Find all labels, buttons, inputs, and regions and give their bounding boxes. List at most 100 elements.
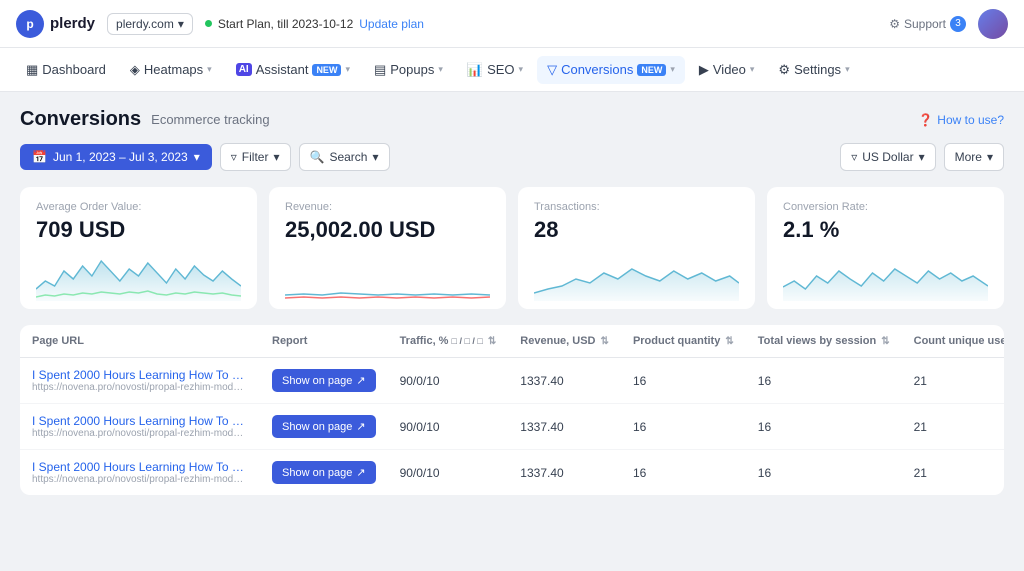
conversions-icon: ▽ bbox=[547, 62, 557, 78]
page-url-sub: https://novena.pro/novosti/propal-rezhim… bbox=[32, 474, 248, 485]
report-cell: Show on page ↗ bbox=[260, 404, 388, 450]
logo-icon: p bbox=[16, 10, 44, 38]
chevron-down-icon: ▾ bbox=[345, 64, 350, 75]
date-range-value: Jun 1, 2023 – Jul 3, 2023 bbox=[53, 150, 188, 164]
col-header-traffic[interactable]: Traffic, % □ / □ / □ ⇅ bbox=[388, 325, 509, 358]
chart-transactions bbox=[534, 251, 739, 301]
chevron-down-icon: ▾ bbox=[207, 64, 212, 75]
page-header: Conversions Ecommerce tracking ❓ How to … bbox=[20, 108, 1004, 131]
update-plan-link[interactable]: Update plan bbox=[359, 17, 424, 31]
metric-value-transactions: 28 bbox=[534, 217, 739, 243]
nav-item-heatmaps[interactable]: ◈ Heatmaps ▾ bbox=[120, 56, 222, 84]
page-url-link[interactable]: I Spent 2000 Hours Learning How To Learn… bbox=[32, 368, 248, 382]
nav-label-popups: Popups bbox=[390, 62, 434, 77]
total-views-cell: 16 bbox=[746, 358, 902, 404]
product-qty-cell: 16 bbox=[621, 358, 746, 404]
settings-icon: ⚙ bbox=[778, 62, 790, 78]
unique-users-cell: 21 bbox=[902, 450, 1004, 496]
chevron-down-icon: ▾ bbox=[194, 150, 200, 164]
chevron-down-icon: ▾ bbox=[178, 17, 184, 31]
support-count-badge: 3 bbox=[950, 16, 966, 32]
support-button[interactable]: ⚙ Support 3 bbox=[889, 16, 966, 32]
page-url-cell: I Spent 2000 Hours Learning How To Learn… bbox=[20, 450, 260, 496]
popups-icon: ▤ bbox=[374, 62, 386, 78]
header-right: ⚙ Support 3 bbox=[889, 9, 1008, 39]
show-on-page-button[interactable]: Show on page ↗ bbox=[272, 369, 376, 392]
nav-label-video: Video bbox=[713, 62, 746, 77]
toolbar-right: ▿ US Dollar ▾ More ▾ bbox=[840, 143, 1004, 171]
plan-text: Start Plan, till 2023-10-12 bbox=[218, 17, 353, 31]
col-header-unique-users[interactable]: Count unique users ⇅ bbox=[902, 325, 1004, 358]
col-header-total-views[interactable]: Total views by session ⇅ bbox=[746, 325, 902, 358]
nav-item-dashboard[interactable]: ▦ Dashboard bbox=[16, 56, 116, 84]
col-header-product-qty[interactable]: Product quantity ⇅ bbox=[621, 325, 746, 358]
heatmaps-icon: ◈ bbox=[130, 62, 140, 78]
how-to-use-link[interactable]: ❓ How to use? bbox=[918, 113, 1004, 127]
gear-icon: ⚙ bbox=[889, 17, 900, 31]
metric-cards: Average Order Value: 709 USD Reven bbox=[20, 187, 1004, 309]
chevron-down-icon: ▾ bbox=[438, 64, 443, 75]
traffic-cell: 90/0/10 bbox=[388, 404, 509, 450]
chevron-down-icon: ▾ bbox=[670, 64, 675, 75]
chart-conv-rate bbox=[783, 251, 988, 301]
nav-label-seo: SEO bbox=[487, 62, 514, 77]
table-row: I Spent 2000 Hours Learning How To Learn… bbox=[20, 404, 1004, 450]
nav-item-seo[interactable]: 📊 SEO ▾ bbox=[457, 56, 533, 84]
show-on-page-label: Show on page bbox=[282, 467, 352, 479]
external-link-icon: ↗ bbox=[356, 420, 365, 433]
nav-item-popups[interactable]: ▤ Popups ▾ bbox=[364, 56, 453, 84]
nav-label-heatmaps: Heatmaps bbox=[144, 62, 203, 77]
search-button[interactable]: 🔍 Search ▾ bbox=[299, 143, 390, 171]
unique-users-cell: 21 bbox=[902, 358, 1004, 404]
chevron-down-icon: ▾ bbox=[273, 150, 279, 164]
page-url-link[interactable]: I Spent 2000 Hours Learning How To Learn… bbox=[32, 414, 248, 428]
metric-label-revenue: Revenue: bbox=[285, 201, 490, 213]
page-url-sub: https://novena.pro/novosti/propal-rezhim… bbox=[32, 428, 248, 439]
nav-item-settings[interactable]: ⚙ Settings ▾ bbox=[768, 56, 859, 84]
support-label: Support bbox=[904, 17, 946, 31]
chevron-down-icon: ▾ bbox=[519, 64, 524, 75]
nav-item-video[interactable]: ▶ Video ▾ bbox=[689, 56, 765, 84]
assistant-new-badge: NEW bbox=[312, 64, 341, 76]
logo: p plerdy bbox=[16, 10, 95, 38]
video-icon: ▶ bbox=[699, 62, 709, 78]
more-button[interactable]: More ▾ bbox=[944, 143, 1004, 171]
metric-value-revenue: 25,002.00 USD bbox=[285, 217, 490, 243]
external-link-icon: ↗ bbox=[356, 466, 365, 479]
avatar-image bbox=[978, 9, 1008, 39]
show-on-page-button[interactable]: Show on page ↗ bbox=[272, 415, 376, 438]
page-url-cell: I Spent 2000 Hours Learning How To Learn… bbox=[20, 358, 260, 404]
revenue-cell: 1337.40 bbox=[508, 404, 621, 450]
page-url-sub: https://novena.pro/novosti/propal-rezhim… bbox=[32, 382, 248, 393]
product-qty-cell: 16 bbox=[621, 404, 746, 450]
revenue-cell: 1337.40 bbox=[508, 450, 621, 496]
metric-label-transactions: Transactions: bbox=[534, 201, 739, 213]
currency-button[interactable]: ▿ US Dollar ▾ bbox=[840, 143, 935, 171]
nav-item-conversions[interactable]: ▽ Conversions NEW ▾ bbox=[537, 56, 685, 84]
nav-label-dashboard: Dashboard bbox=[42, 62, 106, 77]
show-on-page-button[interactable]: Show on page ↗ bbox=[272, 461, 376, 484]
logo-text: plerdy bbox=[50, 15, 95, 32]
filter-icon: ▿ bbox=[851, 150, 857, 164]
conversions-new-badge: NEW bbox=[637, 64, 666, 76]
chevron-down-icon: ▾ bbox=[372, 150, 378, 164]
total-views-cell: 16 bbox=[746, 404, 902, 450]
avatar[interactable] bbox=[978, 9, 1008, 39]
domain-selector[interactable]: plerdy.com ▾ bbox=[107, 13, 193, 35]
filter-button[interactable]: ▿ Filter ▾ bbox=[220, 143, 291, 171]
metric-card-conv-rate: Conversion Rate: 2.1 % bbox=[767, 187, 1004, 309]
show-on-page-label: Show on page bbox=[282, 421, 352, 433]
chevron-down-icon: ▾ bbox=[750, 64, 755, 75]
col-header-revenue[interactable]: Revenue, USD ⇅ bbox=[508, 325, 621, 358]
toolbar: 📅 Jun 1, 2023 – Jul 3, 2023 ▾ ▿ Filter ▾… bbox=[20, 143, 1004, 171]
chart-revenue bbox=[285, 251, 490, 301]
page-url-link[interactable]: I Spent 2000 Hours Learning How To Learn… bbox=[32, 460, 248, 474]
table-header-row: Page URL Report Traffic, % □ / □ / □ ⇅ R… bbox=[20, 325, 1004, 358]
currency-label: US Dollar bbox=[862, 150, 913, 164]
search-label: Search bbox=[329, 150, 367, 164]
chart-aov bbox=[36, 251, 241, 301]
date-range-button[interactable]: 📅 Jun 1, 2023 – Jul 3, 2023 ▾ bbox=[20, 144, 212, 170]
nav-item-assistant[interactable]: AI Assistant NEW ▾ bbox=[226, 56, 360, 83]
nav-label-conversions: Conversions bbox=[561, 62, 633, 77]
data-table: Page URL Report Traffic, % □ / □ / □ ⇅ R… bbox=[20, 325, 1004, 495]
